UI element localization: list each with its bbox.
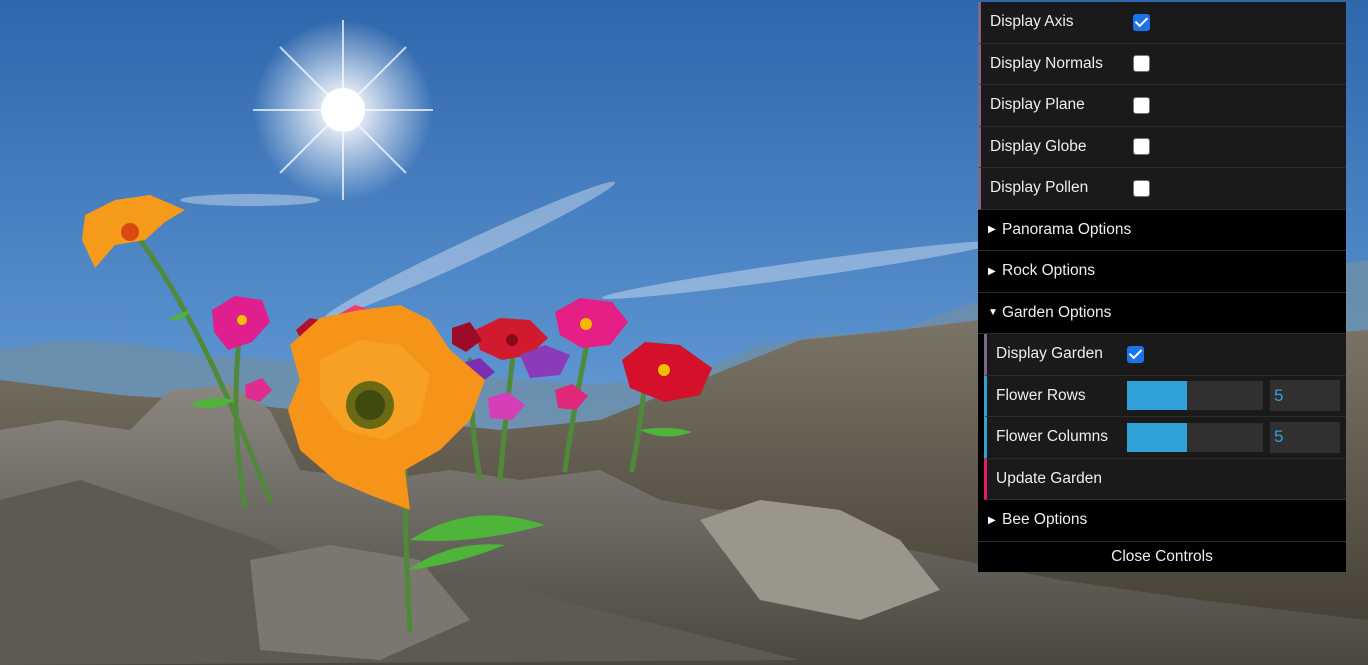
display-option-row[interactable]: Display Plane bbox=[978, 85, 1346, 127]
folder-label: Bee Options bbox=[1002, 511, 1088, 529]
display-option-row[interactable]: Display Axis bbox=[978, 2, 1346, 44]
flower-rows-slider[interactable] bbox=[1127, 381, 1263, 411]
display-option-row[interactable]: Display Normals bbox=[978, 43, 1346, 85]
display-option-row[interactable]: Display Pollen bbox=[978, 168, 1346, 210]
folder-label: Garden Options bbox=[1002, 303, 1112, 321]
flower-columns-input[interactable]: 5 bbox=[1270, 421, 1340, 453]
slider-fill bbox=[1127, 422, 1187, 452]
checkbox[interactable] bbox=[1133, 55, 1150, 73]
checkbox[interactable] bbox=[1133, 13, 1150, 31]
control-label: Flower Columns bbox=[996, 428, 1108, 446]
garden-options-content: Display Garden Flower Rows 5 Flower Colu… bbox=[978, 334, 1346, 500]
display-option-row[interactable]: Display Globe bbox=[978, 126, 1346, 168]
control-label: Display Normals bbox=[990, 54, 1103, 72]
flower-columns-row: Flower Columns 5 bbox=[984, 417, 1346, 459]
controls-panel: Display Axis Display Normals Display Plane… bbox=[978, 2, 1346, 572]
folder-label: Rock Options bbox=[1002, 262, 1096, 280]
triangle-down-icon: ▼ bbox=[988, 307, 998, 319]
display-garden-checkbox[interactable] bbox=[1127, 345, 1144, 363]
control-label: Display Garden bbox=[996, 345, 1103, 363]
checkbox[interactable] bbox=[1133, 138, 1150, 156]
checkbox[interactable] bbox=[1133, 96, 1150, 114]
folder-garden-options[interactable]: ▼ Garden Options bbox=[978, 292, 1346, 334]
flower-columns-slider[interactable] bbox=[1127, 422, 1263, 452]
control-label: Display Globe bbox=[990, 137, 1087, 155]
folder-rock-options[interactable]: ▶ Rock Options bbox=[978, 251, 1346, 293]
slider-fill bbox=[1127, 381, 1187, 411]
folder-panorama-options[interactable]: ▶ Panorama Options bbox=[978, 209, 1346, 251]
flower-rows-row: Flower Rows 5 bbox=[984, 375, 1346, 417]
folder-bee-options[interactable]: ▶ Bee Options bbox=[978, 500, 1346, 542]
triangle-right-icon: ▶ bbox=[988, 265, 996, 277]
close-controls-button[interactable]: Close Controls bbox=[978, 541, 1346, 572]
triangle-right-icon: ▶ bbox=[988, 224, 996, 236]
control-label: Flower Rows bbox=[996, 386, 1086, 404]
display-garden-row[interactable]: Display Garden bbox=[984, 334, 1346, 376]
flower-rows-input[interactable]: 5 bbox=[1270, 380, 1340, 412]
control-label: Update Garden bbox=[996, 469, 1102, 487]
checkbox[interactable] bbox=[1133, 179, 1150, 197]
triangle-right-icon: ▶ bbox=[988, 514, 996, 526]
control-label: Display Plane bbox=[990, 96, 1085, 114]
folder-label: Panorama Options bbox=[1002, 220, 1132, 238]
update-garden-button[interactable]: Update Garden bbox=[984, 458, 1346, 500]
control-label: Display Axis bbox=[990, 13, 1074, 31]
control-label: Display Pollen bbox=[990, 179, 1089, 197]
